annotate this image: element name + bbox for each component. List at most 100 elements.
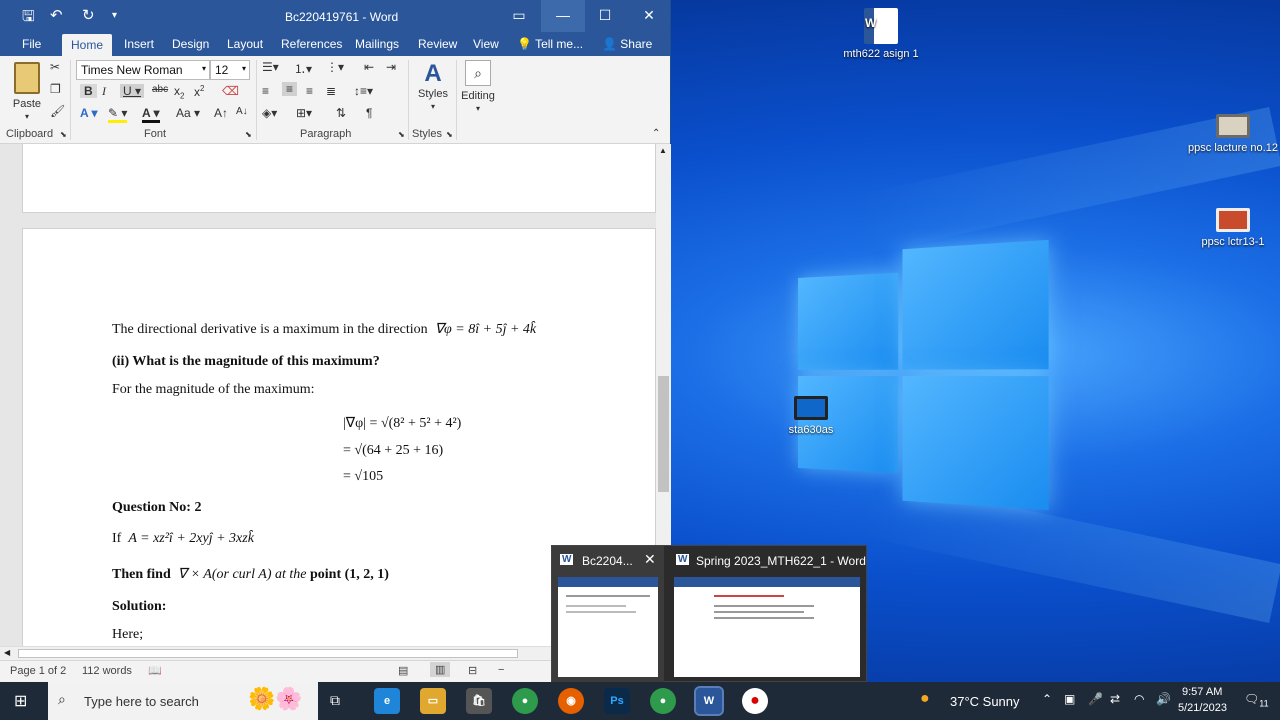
show-formatting-icon[interactable]: ¶ — [366, 106, 372, 120]
tab-design[interactable]: Design — [172, 37, 209, 51]
file-explorer-icon[interactable]: ▭ — [420, 688, 446, 714]
wifi-icon[interactable]: ◠ — [1134, 692, 1144, 706]
cut-icon[interactable]: ✂ — [50, 60, 60, 74]
scroll-thumb[interactable] — [658, 376, 669, 492]
notifications-icon[interactable]: 🗨11 — [1244, 692, 1269, 708]
firefox-icon[interactable]: ◉ — [558, 688, 584, 714]
paste-button[interactable]: Paste ▾ — [10, 62, 44, 122]
shading-icon[interactable]: ◈▾ — [262, 106, 277, 120]
close-button[interactable]: ✕ — [627, 0, 671, 32]
clock-date[interactable]: 5/21/2023 — [1178, 702, 1227, 714]
justify-icon[interactable]: ≣ — [326, 84, 336, 98]
volume-icon[interactable]: 🔊 — [1156, 692, 1171, 706]
word-count[interactable]: 112 words — [82, 665, 132, 677]
highlight-icon[interactable]: ✎ ▾ — [108, 106, 128, 123]
align-right-icon[interactable]: ≡ — [306, 84, 313, 98]
page-count[interactable]: Page 1 of 2 — [10, 665, 66, 677]
align-center-icon[interactable]: ≡ — [282, 82, 298, 96]
tab-home[interactable]: Home — [62, 34, 113, 56]
desktop-icon-ppsc-lacture[interactable]: ppsc lacture no.12 — [1188, 114, 1278, 154]
chrome-icon[interactable]: ● — [512, 688, 538, 714]
customize-qat-icon[interactable]: ▾ — [112, 10, 117, 21]
meet-now-icon[interactable]: ▣ — [1064, 692, 1075, 706]
weather-text[interactable]: 37°C Sunny — [950, 694, 1020, 709]
tab-review[interactable]: Review — [418, 37, 457, 51]
dialog-launcher-icon[interactable]: ⬊ — [60, 130, 67, 139]
save-icon[interactable]: 🖫 — [22, 6, 35, 31]
copy-icon[interactable]: ❐ — [50, 82, 61, 96]
bullets-icon[interactable]: ☰▾ — [262, 60, 279, 74]
dialog-launcher-icon[interactable]: ⬊ — [398, 130, 405, 139]
web-layout-icon[interactable]: ⊟ — [468, 664, 477, 677]
scroll-up-icon[interactable]: ▲ — [659, 146, 667, 155]
network-icon[interactable]: ⇄ — [1110, 692, 1120, 706]
multilevel-list-icon[interactable]: ⋮▾ — [326, 60, 344, 74]
bold-icon[interactable]: B — [80, 84, 97, 98]
start-windows-icon[interactable]: ⊞ — [14, 691, 27, 711]
chrome-profile-icon[interactable]: ● — [650, 688, 676, 714]
clear-formatting-icon[interactable]: ⌫ — [222, 84, 239, 98]
weather-icon[interactable]: ● — [920, 690, 930, 708]
read-mode-icon[interactable]: ▤ — [398, 664, 408, 677]
ribbon-display-icon[interactable]: ▭ — [497, 0, 541, 32]
redo-icon[interactable]: ↻ — [82, 6, 95, 24]
font-size-box[interactable]: 12 ▾ — [210, 60, 250, 80]
superscript-icon[interactable]: x2 — [194, 84, 204, 99]
preview-spring[interactable]: W Spring 2023_MTH622_1 - Word — [668, 546, 866, 682]
proofing-icon[interactable]: 📖 — [148, 664, 162, 677]
align-left-icon[interactable]: ≡ — [262, 84, 269, 98]
tell-me-search[interactable]: 💡 Tell me... — [517, 37, 583, 51]
underline-icon[interactable]: U ▾ — [120, 84, 145, 98]
editing-button[interactable]: ⌕ Editing ▾ — [460, 60, 496, 114]
tab-mailings[interactable]: Mailings — [355, 37, 399, 51]
desktop-icon-ppsc-lctr13[interactable]: ppsc lctr13-1 — [1188, 208, 1278, 248]
borders-icon[interactable]: ⊞▾ — [296, 106, 312, 120]
dialog-launcher-icon[interactable]: ⬊ — [446, 130, 453, 139]
photoshop-icon[interactable]: Ps — [604, 688, 630, 714]
tab-view[interactable]: View — [473, 37, 499, 51]
clock-time[interactable]: 9:57 AM — [1182, 686, 1222, 698]
increase-indent-icon[interactable]: ⇥ — [386, 60, 396, 74]
numbering-icon[interactable]: ⒈▾ — [294, 60, 312, 77]
subscript-icon[interactable]: x2 — [174, 84, 184, 100]
record-icon[interactable]: ● — [742, 688, 768, 714]
format-painter-icon[interactable]: 🖌 — [50, 104, 65, 118]
desktop-icon-mth622[interactable]: W mth622 asign 1 — [836, 8, 926, 60]
font-name-box[interactable]: Times New Roman ▾ — [76, 60, 210, 80]
shrink-font-icon[interactable]: A↓ — [236, 106, 248, 117]
text-effects-icon[interactable]: A ▾ — [80, 106, 98, 120]
decrease-indent-icon[interactable]: ⇤ — [364, 60, 374, 74]
italic-icon[interactable]: I — [102, 84, 106, 99]
desktop-icon-sta630as[interactable]: sta630as — [766, 396, 856, 436]
task-view-icon[interactable]: ⧉ — [330, 692, 340, 709]
tab-file[interactable]: File — [22, 37, 41, 51]
taskbar-search[interactable]: ⌕ Type here to search 🌼🌸 — [48, 682, 318, 720]
styles-button[interactable]: A Styles ▾ — [414, 60, 452, 112]
grow-font-icon[interactable]: A↑ — [214, 106, 228, 120]
microphone-icon[interactable]: 🎤 — [1088, 692, 1103, 706]
hscroll-thumb[interactable] — [18, 649, 518, 658]
collapse-ribbon-icon[interactable]: ⌃ — [652, 128, 660, 139]
word-taskbar-icon[interactable]: W — [694, 686, 724, 716]
share-button[interactable]: 👤 Share — [602, 37, 652, 51]
undo-icon[interactable]: ↶ — [50, 6, 63, 24]
preview-bc[interactable]: W Bc2204... ✕ — [552, 546, 664, 682]
print-layout-icon[interactable]: ▥ — [430, 662, 451, 677]
dialog-launcher-icon[interactable]: ⬊ — [245, 130, 252, 139]
tab-insert[interactable]: Insert — [124, 37, 154, 51]
edge-icon[interactable]: e — [374, 688, 400, 714]
store-icon[interactable]: 🛍 — [466, 688, 492, 714]
sort-icon[interactable]: ⇅ — [336, 106, 346, 120]
minimize-button[interactable]: — — [541, 0, 585, 32]
tab-references[interactable]: References — [281, 37, 342, 51]
change-case-icon[interactable]: Aa ▾ — [176, 106, 200, 120]
font-color-icon[interactable]: A ▾ — [142, 106, 160, 123]
strikethrough-icon[interactable]: abc — [152, 84, 168, 95]
zoom-out-icon[interactable]: − — [498, 664, 504, 676]
show-hidden-icons[interactable]: ⌃ — [1042, 692, 1052, 706]
scroll-left-icon[interactable]: ◀ — [4, 648, 10, 657]
line-spacing-icon[interactable]: ↕≡▾ — [354, 84, 373, 98]
maximize-button[interactable]: ☐ — [583, 0, 627, 32]
tab-layout[interactable]: Layout — [227, 37, 263, 51]
close-preview-icon[interactable]: ✕ — [644, 551, 656, 568]
